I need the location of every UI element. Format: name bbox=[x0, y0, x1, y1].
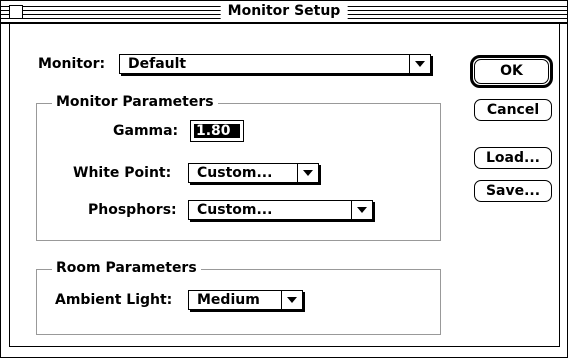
room-parameters-title: Room Parameters bbox=[52, 259, 201, 277]
window-title: Monitor Setup bbox=[220, 2, 348, 21]
monitor-popup[interactable]: Default bbox=[119, 54, 431, 74]
white-point-label: White Point: bbox=[73, 165, 172, 181]
monitor-popup-value: Default bbox=[128, 56, 187, 72]
gamma-value: 1.80 bbox=[194, 124, 240, 138]
gamma-field[interactable]: 1.80 bbox=[190, 120, 244, 142]
chevron-down-icon bbox=[351, 201, 372, 219]
monitor-parameters-title: Monitor Parameters bbox=[52, 93, 218, 111]
cancel-button[interactable]: Cancel bbox=[474, 99, 552, 121]
ambient-light-label: Ambient Light: bbox=[55, 292, 173, 308]
monitor-label: Monitor: bbox=[38, 56, 106, 72]
phosphors-popup[interactable]: Custom... bbox=[188, 200, 373, 220]
white-point-popup[interactable]: Custom... bbox=[188, 163, 319, 183]
white-point-popup-value: Custom... bbox=[197, 165, 273, 181]
ambient-light-popup[interactable]: Medium bbox=[188, 290, 303, 310]
chevron-down-icon bbox=[409, 55, 430, 73]
monitor-setup-dialog: Monitor Setup Monitor: Default Monitor P… bbox=[0, 0, 568, 358]
phosphors-popup-value: Custom... bbox=[197, 202, 273, 218]
ambient-light-popup-value: Medium bbox=[197, 292, 260, 308]
chevron-down-icon bbox=[281, 291, 302, 309]
title-bar[interactable]: Monitor Setup bbox=[1, 1, 567, 24]
ok-button[interactable]: OK bbox=[474, 59, 549, 84]
phosphors-label: Phosphors: bbox=[88, 202, 177, 218]
chevron-down-icon bbox=[297, 164, 318, 182]
load-button[interactable]: Load... bbox=[474, 147, 552, 169]
gamma-label: Gamma: bbox=[113, 123, 179, 139]
close-box[interactable] bbox=[9, 5, 23, 19]
save-button[interactable]: Save... bbox=[474, 180, 552, 202]
